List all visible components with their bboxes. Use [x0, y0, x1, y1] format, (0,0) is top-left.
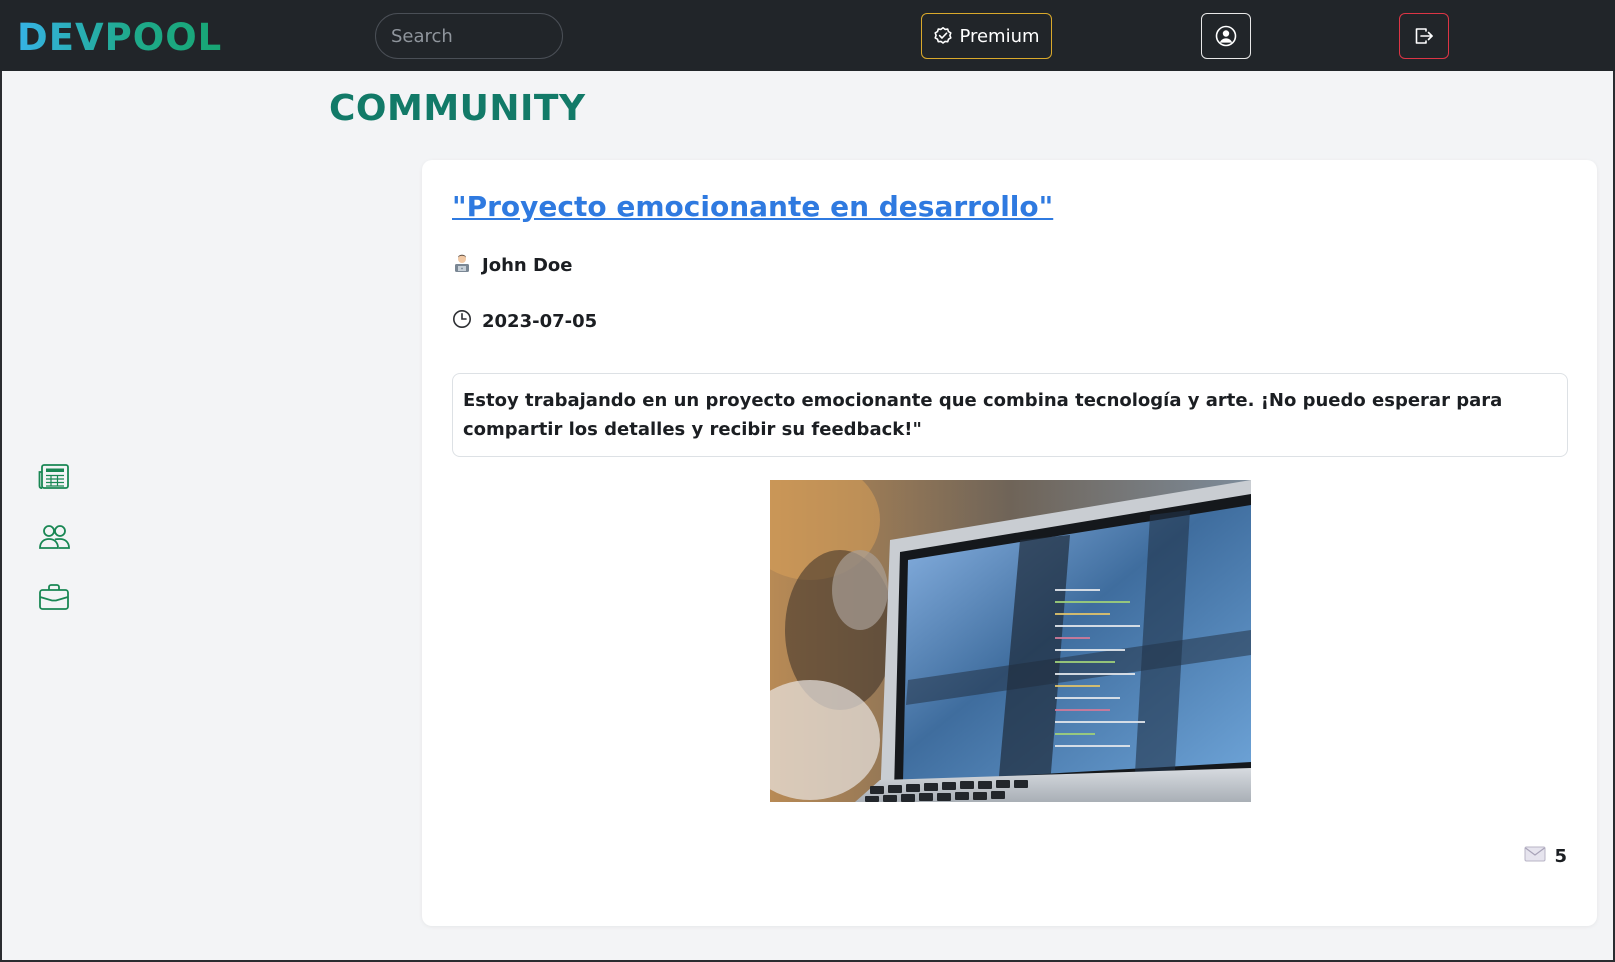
- sidebar-item-community[interactable]: [38, 523, 70, 555]
- premium-button[interactable]: Premium: [921, 13, 1052, 59]
- user-circle-icon: [1215, 25, 1237, 47]
- post-date: 2023-07-05: [482, 311, 598, 332]
- logout-button[interactable]: [1399, 13, 1449, 59]
- profile-button[interactable]: [1201, 13, 1251, 59]
- newspaper-icon: [38, 463, 70, 495]
- sidebar-item-news[interactable]: [38, 463, 70, 495]
- people-icon: [38, 523, 70, 555]
- navbar: DEVPOOL Premium: [0, 0, 1615, 71]
- post-author-row: John Doe: [452, 253, 572, 278]
- sidebar-item-jobs[interactable]: [38, 583, 70, 615]
- logout-icon: [1413, 25, 1435, 47]
- post-title-link[interactable]: "Proyecto emocionante en desarrollo": [452, 190, 1053, 223]
- post-content: Estoy trabajando en un proyecto emociona…: [452, 373, 1568, 457]
- post-author: John Doe: [482, 255, 573, 276]
- post-image: [770, 480, 1251, 802]
- message-count: 5: [1554, 846, 1567, 867]
- search-input[interactable]: [375, 13, 563, 59]
- post-card: "Proyecto emocionante en desarrollo" Joh…: [422, 160, 1597, 926]
- briefcase-icon: [38, 583, 70, 615]
- envelope-icon: [1524, 846, 1546, 867]
- developer-avatar-icon: [452, 253, 472, 278]
- message-counter[interactable]: 5: [1524, 846, 1567, 867]
- check-badge-icon: [933, 26, 953, 46]
- premium-label: Premium: [959, 25, 1040, 47]
- logo[interactable]: DEVPOOL: [17, 16, 222, 60]
- page-title: COMMUNITY: [329, 88, 586, 129]
- clock-icon: [452, 309, 472, 334]
- post-date-row: 2023-07-05: [452, 309, 597, 334]
